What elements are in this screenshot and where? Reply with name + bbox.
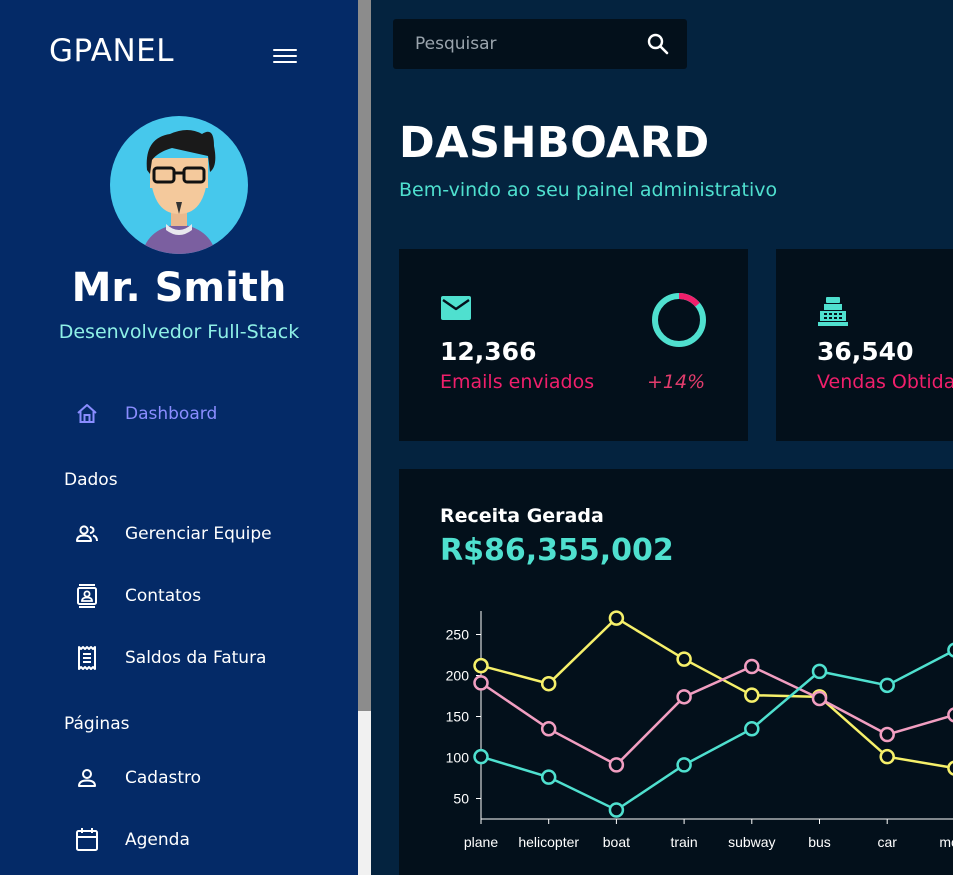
revenue-chart-card: Receita Gerada R$86,355,002 50 100 150 200 2… bbox=[399, 469, 953, 875]
sidebar: GPANEL Mr. Smith Desenvolvedor Full-Stac… bbox=[0, 0, 358, 875]
user-avatar-icon bbox=[142, 130, 216, 254]
data-point bbox=[744, 721, 760, 737]
section-title-data: Dados bbox=[64, 470, 118, 490]
x-tick-label: car bbox=[877, 834, 897, 850]
sidebar-item-calendar[interactable]: Agenda bbox=[74, 824, 190, 856]
y-tick-label: 100 bbox=[446, 750, 470, 766]
sidebar-item-dashboard[interactable]: Dashboard bbox=[74, 398, 217, 430]
y-tick-label: 250 bbox=[446, 627, 470, 643]
data-point bbox=[473, 657, 489, 674]
data-point bbox=[608, 610, 625, 626]
section-title-pages: Páginas bbox=[64, 714, 130, 734]
data-point bbox=[540, 769, 557, 785]
page-subtitle: Bem-vindo ao seu painel administrativo bbox=[399, 179, 778, 201]
brand-logo: GPANEL bbox=[49, 33, 174, 69]
x-tick-label: helicopter bbox=[518, 834, 579, 850]
sidebar-item-profile-form[interactable]: Cadastro bbox=[74, 762, 201, 794]
data-point bbox=[811, 690, 828, 707]
sidebar-item-label: Cadastro bbox=[125, 768, 202, 788]
data-point bbox=[744, 658, 760, 675]
sidebar-item-invoices[interactable]: Saldos da Fatura bbox=[74, 642, 266, 674]
data-point bbox=[744, 687, 760, 703]
stat-increase: +14% bbox=[647, 371, 706, 393]
data-point bbox=[879, 677, 895, 694]
home-icon bbox=[74, 401, 100, 427]
stat-value: 36,540 bbox=[817, 337, 914, 366]
sidebar-scrollbar-thumb[interactable] bbox=[358, 0, 371, 711]
search-icon bbox=[647, 33, 669, 55]
y-tick-label: 50 bbox=[453, 791, 469, 807]
sidebar-item-contacts[interactable]: Contatos bbox=[74, 580, 201, 612]
search-bar bbox=[393, 19, 687, 69]
x-tick-label: train bbox=[670, 834, 697, 850]
x-tick-label: subway bbox=[728, 834, 775, 850]
x-tick-label: plane bbox=[464, 834, 498, 850]
receipt-icon bbox=[74, 645, 100, 671]
data-point bbox=[879, 748, 895, 765]
stat-card-emails: 12,366 Emails enviados +14% bbox=[399, 249, 748, 441]
data-point bbox=[540, 721, 557, 737]
stat-label: Vendas Obtidas bbox=[817, 371, 953, 393]
x-tick-label: bus bbox=[808, 834, 831, 850]
data-point bbox=[947, 642, 953, 658]
profile-name: Mr. Smith bbox=[71, 265, 287, 311]
cash-register-icon bbox=[817, 295, 849, 331]
progress-ring bbox=[652, 293, 706, 347]
sidebar-item-label: Agenda bbox=[125, 830, 190, 850]
data-point bbox=[947, 707, 953, 723]
sidebar-item-team[interactable]: Gerenciar Equipe bbox=[74, 518, 272, 550]
sidebar-item-label: Saldos da Fatura bbox=[125, 648, 267, 668]
menu-toggle-button[interactable] bbox=[273, 45, 297, 65]
search-button[interactable] bbox=[645, 31, 671, 57]
data-point bbox=[608, 757, 625, 773]
avatar bbox=[110, 116, 248, 254]
sidebar-item-label: Gerenciar Equipe bbox=[125, 524, 272, 544]
y-tick-label: 200 bbox=[446, 668, 470, 684]
stat-card-sales: 36,540 Vendas Obtidas bbox=[776, 249, 953, 441]
page-title: DASHBOARD bbox=[399, 118, 710, 168]
hamburger-icon bbox=[273, 48, 297, 51]
y-tick-label: 150 bbox=[446, 709, 470, 725]
stat-value: 12,366 bbox=[440, 337, 537, 366]
data-point bbox=[473, 675, 489, 691]
x-tick-label: moto bbox=[939, 834, 953, 850]
search-input[interactable] bbox=[415, 31, 625, 57]
profile-role: Desenvolvedor Full-Stack bbox=[58, 321, 300, 343]
sidebar-item-label: Contatos bbox=[125, 586, 202, 606]
data-point bbox=[676, 651, 692, 667]
calendar-icon bbox=[74, 827, 100, 853]
data-point bbox=[947, 760, 953, 776]
data-point bbox=[879, 726, 895, 743]
people-icon bbox=[74, 521, 100, 547]
data-point bbox=[811, 663, 828, 680]
data-point bbox=[540, 675, 557, 692]
person-icon bbox=[74, 765, 100, 791]
email-icon bbox=[440, 295, 472, 325]
data-point bbox=[676, 757, 692, 773]
data-point bbox=[608, 802, 625, 818]
data-point bbox=[473, 748, 489, 765]
x-tick-label: boat bbox=[603, 834, 630, 850]
contacts-icon bbox=[74, 583, 100, 609]
series-line bbox=[480, 616, 953, 770]
revenue-line-chart: 50 100 150 200 250 plane helicopter boat train su… bbox=[446, 610, 953, 850]
data-point bbox=[676, 689, 692, 705]
sidebar-item-label: Dashboard bbox=[125, 404, 218, 424]
stat-label: Emails enviados bbox=[440, 371, 595, 393]
